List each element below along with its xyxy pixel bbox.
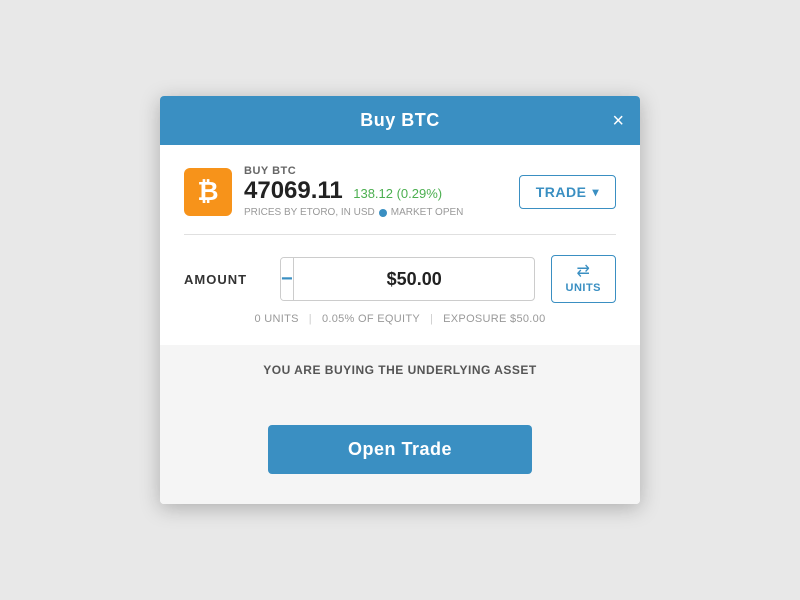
chevron-down-icon: ▾ (592, 185, 599, 199)
trade-button-label: TRADE (536, 184, 587, 200)
market-status: MARKET OPEN (391, 207, 464, 218)
modal-body: ₿ BUY BTC 47069.11 138.12 (0.29%) PRICES… (160, 145, 640, 395)
prices-by-label: PRICES BY ETORO, IN USD (244, 207, 375, 218)
divider (184, 234, 616, 235)
price-row: 47069.11 138.12 (0.29%) (244, 177, 463, 205)
modal-title: Buy BTC (360, 110, 440, 131)
asset-change: 138.12 (0.29%) (353, 186, 442, 201)
asset-label: BUY BTC (244, 165, 463, 177)
equity-pct: 0.05% OF EQUITY (322, 313, 420, 325)
meta-row: 0 UNITS | 0.05% OF EQUITY | EXPOSURE $50… (184, 313, 616, 325)
btc-symbol: ₿ (197, 176, 218, 207)
modal-footer: Open Trade (160, 395, 640, 504)
buy-btc-modal: Buy BTC × ₿ BUY BTC 47069.11 138.12 (0.2… (160, 96, 640, 504)
asset-price: 47069.11 (244, 177, 343, 204)
amount-input[interactable] (294, 269, 535, 290)
decrement-button[interactable]: − (281, 258, 294, 300)
units-toggle-button[interactable]: ⇄ UNITS (551, 255, 617, 303)
trade-dropdown-button[interactable]: TRADE ▾ (519, 175, 616, 209)
amount-label: AMOUNT (184, 272, 264, 287)
meta-sep-2: | (430, 313, 433, 325)
amount-controls: − + (280, 257, 535, 301)
close-button[interactable]: × (612, 111, 624, 131)
amount-row: AMOUNT − + ⇄ UNITS (184, 255, 616, 303)
open-trade-button[interactable]: Open Trade (268, 425, 532, 474)
asset-details: BUY BTC 47069.11 138.12 (0.29%) PRICES B… (244, 165, 463, 218)
market-open-icon (379, 209, 387, 217)
modal-header: Buy BTC × (160, 96, 640, 145)
btc-icon: ₿ (184, 168, 232, 216)
exposure: EXPOSURE $50.00 (443, 313, 545, 325)
underlying-asset-message: YOU ARE BUYING THE UNDERLYING ASSET (160, 345, 640, 395)
asset-info: ₿ BUY BTC 47069.11 138.12 (0.29%) PRICES… (184, 165, 463, 218)
meta-sep-1: | (309, 313, 312, 325)
asset-sub: PRICES BY ETORO, IN USD MARKET OPEN (244, 207, 463, 218)
units-count: 0 UNITS (255, 313, 299, 325)
units-label: UNITS (566, 282, 602, 294)
swap-icon: ⇄ (577, 264, 590, 280)
asset-row: ₿ BUY BTC 47069.11 138.12 (0.29%) PRICES… (184, 165, 616, 218)
